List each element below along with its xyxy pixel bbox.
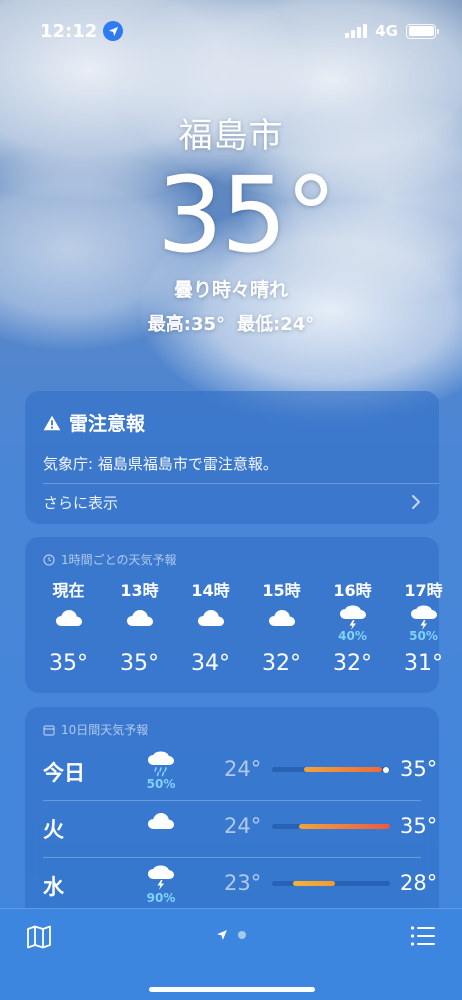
current-weather: 福島市 35° 曇り時々晴れ 最高:35° 最低:24° <box>0 108 462 336</box>
cloud-icon <box>246 603 317 633</box>
hourly-list[interactable]: 現在 35° 13時 35° 14時 34° 15時 32° 16時 40% 32° 17時 50% 31… <box>33 577 443 687</box>
warning-icon <box>43 415 61 430</box>
hour-temperature: 31° <box>404 651 443 676</box>
hour-temperature: 35° <box>49 651 88 676</box>
precipitation-chance: 90% <box>146 891 176 905</box>
weather-condition: 曇り時々晴れ <box>173 279 288 301</box>
bottom-toolbar <box>0 908 462 1000</box>
clock-icon <box>43 553 55 566</box>
daily-heading: 10日間天気予報 <box>43 721 148 738</box>
low-temperature: 24° <box>224 814 262 838</box>
city-name: 福島市 <box>178 116 284 156</box>
cloud-icon <box>104 603 175 633</box>
hour-temperature: 32° <box>262 651 301 676</box>
hour-time: 15時 <box>262 581 301 600</box>
alert-title-row: 雷注意報 <box>43 409 145 436</box>
signal-bars-icon <box>345 24 368 38</box>
daily-row[interactable]: 水 90% 23° 28° <box>43 857 439 914</box>
high-temperature: 35° <box>400 757 438 781</box>
list-icon[interactable] <box>410 925 436 947</box>
day-name: 水 <box>43 875 64 899</box>
hourly-item[interactable]: 15時 32° <box>246 577 317 687</box>
temperature-range-bar <box>272 824 390 829</box>
battery-icon <box>406 23 439 39</box>
day-name: 火 <box>43 818 64 842</box>
temperature-range-fill <box>303 767 382 772</box>
hour-temperature: 32° <box>333 651 372 676</box>
cloud-icon <box>175 603 246 633</box>
hour-time: 16時 <box>333 581 372 600</box>
hourly-item[interactable]: 17時 50% 31° <box>388 577 459 687</box>
temperature-range-bar <box>272 881 390 886</box>
calendar-icon <box>43 724 55 736</box>
hourly-forecast-card[interactable]: 1時間ごとの天気予報 現在 35° 13時 35° 14時 34° 15時 32° 16時 40%… <box>25 537 443 693</box>
hour-time: 14時 <box>191 581 230 600</box>
status-left: 12:12 <box>40 20 124 42</box>
current-temperature-dot <box>383 766 390 773</box>
precipitation-chance: 40% <box>338 629 367 643</box>
cloud-icon <box>33 603 104 633</box>
precipitation-chance: 50% <box>146 777 176 791</box>
network-type: 4G <box>375 22 398 40</box>
high-temperature: 28° <box>400 871 438 895</box>
high-low: 最高:35° 最低:24° <box>0 310 462 336</box>
location-arrow-icon[interactable] <box>216 929 228 941</box>
day-name: 今日 <box>43 761 85 785</box>
precipitation-chance: 50% <box>409 629 438 643</box>
divider <box>43 483 439 484</box>
page-dot[interactable] <box>238 931 246 939</box>
rain-cloud-icon <box>143 749 179 779</box>
chevron-right-icon[interactable] <box>411 491 421 515</box>
status-bar: 12:12 4G <box>0 18 462 44</box>
current-temperature: 35° <box>156 154 337 276</box>
hour-time: 13時 <box>120 581 159 600</box>
high-temperature: 最高:35° <box>147 314 225 335</box>
daily-row[interactable]: 今日 50% 24° 35° <box>43 743 439 800</box>
hourly-heading: 1時間ごとの天気予報 <box>43 551 177 568</box>
home-indicator[interactable] <box>149 987 315 992</box>
daily-heading-text: 10日間天気予報 <box>61 723 149 737</box>
hourly-item[interactable]: 現在 35° <box>33 577 104 687</box>
hour-time: 現在 <box>52 581 85 600</box>
alert-body: 気象庁: 福島県福島市で雷注意報。 <box>43 455 278 473</box>
location-arrow-icon <box>103 21 124 41</box>
page-indicator[interactable] <box>0 929 462 941</box>
hourly-item[interactable]: 13時 35° <box>104 577 175 687</box>
low-temperature: 23° <box>224 871 262 895</box>
temperature-range-fill <box>293 881 335 886</box>
thunderstorm-icon <box>143 863 179 893</box>
hour-temperature: 34° <box>191 651 230 676</box>
temperature-range-bar <box>272 766 390 773</box>
low-temperature: 最低:24° <box>237 314 315 335</box>
clock: 12:12 <box>40 20 98 42</box>
high-temperature: 35° <box>400 814 438 838</box>
cloud-icon <box>143 806 179 836</box>
hour-time: 17時 <box>404 581 443 600</box>
show-more-link[interactable]: さらに表示 <box>43 492 118 513</box>
temperature-range-fill <box>299 824 390 829</box>
hour-temperature: 35° <box>120 651 159 676</box>
low-temperature: 24° <box>224 757 262 781</box>
hourly-heading-text: 1時間ごとの天気予報 <box>61 553 177 567</box>
weather-alert-card[interactable]: 雷注意報 気象庁: 福島県福島市で雷注意報。 さらに表示 <box>25 391 439 524</box>
status-right: 4G <box>345 22 439 40</box>
hourly-item[interactable]: 16時 40% 32° <box>317 577 388 687</box>
daily-row[interactable]: 火 24° 35° <box>43 800 439 857</box>
alert-title: 雷注意報 <box>69 413 146 435</box>
hourly-item[interactable]: 14時 34° <box>175 577 246 687</box>
